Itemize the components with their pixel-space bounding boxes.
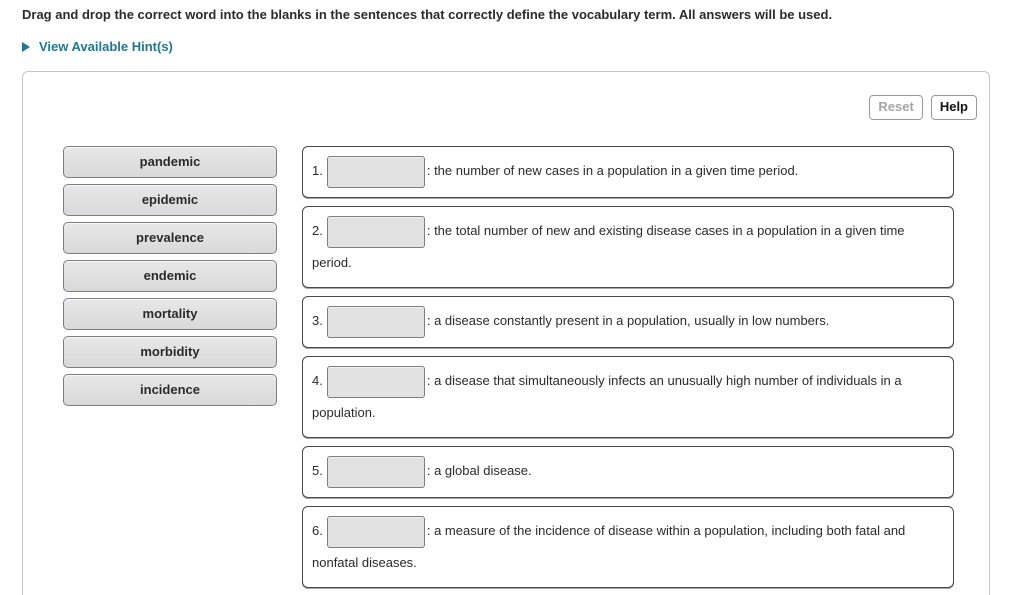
definition-text: : a global disease. <box>426 463 532 479</box>
row-number: 3. <box>312 313 323 329</box>
word-tile-incidence[interactable]: incidence <box>63 374 277 406</box>
word-tile-epidemic[interactable]: epidemic <box>63 184 277 216</box>
exercise-page: Drag and drop the correct word into the … <box>0 0 1024 595</box>
table-row: 3. : a disease constantly present in a po… <box>302 296 954 348</box>
instruction-text: Drag and drop the correct word into the … <box>22 7 833 22</box>
reset-button[interactable]: Reset <box>869 95 923 120</box>
table-row: 4.: a disease that simultaneously infect… <box>302 356 954 438</box>
row-number: 1. <box>312 163 323 179</box>
drop-target-6[interactable] <box>326 516 425 548</box>
drop-target-1[interactable] <box>326 156 425 188</box>
drop-target-2[interactable] <box>326 216 425 248</box>
row-number: 6. <box>312 523 323 539</box>
definition-text: : a disease constantly present in a popu… <box>426 313 830 329</box>
help-button[interactable]: Help <box>930 95 977 120</box>
word-tile-endemic[interactable]: endemic <box>63 260 277 292</box>
row-number: 2. <box>312 223 323 239</box>
exercise-panel: Reset Help pandemic epidemic prevalence … <box>22 71 990 595</box>
word-tile-morbidity[interactable]: morbidity <box>63 336 277 368</box>
table-row: 2.: the total number of new and existing… <box>302 206 954 288</box>
word-tile-prevalence[interactable]: prevalence <box>63 222 277 254</box>
table-row: 5. : a global disease. <box>302 446 954 498</box>
table-row: 1. : the number of new cases in a populat… <box>302 146 954 198</box>
drop-target-4[interactable] <box>326 366 425 398</box>
row-number: 5. <box>312 463 323 479</box>
answer-list: 1. : the number of new cases in a populat… <box>302 146 954 595</box>
word-tile-mortality[interactable]: mortality <box>63 298 277 330</box>
table-row: 6.: a measure of the incidence of diseas… <box>302 506 954 588</box>
view-hints-toggle[interactable]: View Available Hint(s) <box>22 38 173 56</box>
word-tile-pandemic[interactable]: pandemic <box>63 146 277 178</box>
definition-text: : the number of new cases in a populatio… <box>426 163 799 179</box>
word-bank: pandemic epidemic prevalence endemic mor… <box>63 146 277 412</box>
row-number: 4. <box>312 373 323 389</box>
drop-target-3[interactable] <box>326 306 425 338</box>
drop-target-5[interactable] <box>326 456 425 488</box>
exercise-toolbar: Reset Help <box>869 95 977 120</box>
triangle-right-icon <box>22 42 30 52</box>
view-hints-label: View Available Hint(s) <box>39 39 173 54</box>
